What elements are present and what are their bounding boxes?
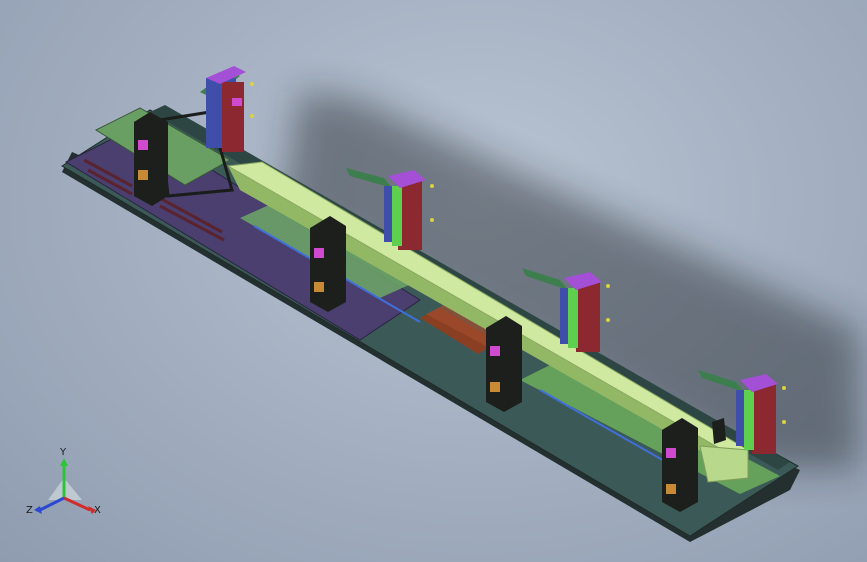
y-axis-label: Y xyxy=(60,447,67,458)
triad-axes xyxy=(34,458,96,514)
clamp-1 xyxy=(200,66,254,152)
view-orientation-triad[interactable]: Y X Z xyxy=(24,448,104,528)
z-axis-label: Z xyxy=(26,505,33,516)
post-3 xyxy=(486,316,522,412)
post-4 xyxy=(662,418,698,512)
beam-end xyxy=(699,445,749,483)
fixture-assembly-model[interactable] xyxy=(0,0,867,562)
x-axis-label: X xyxy=(94,505,101,516)
cad-graphics-area[interactable]: Y X Z xyxy=(0,0,867,562)
end-bracket xyxy=(712,418,726,444)
post-1 xyxy=(134,112,168,206)
y-axis-arrow-icon xyxy=(60,458,68,466)
z-axis-arrow-icon xyxy=(34,506,42,514)
post-2 xyxy=(310,216,346,312)
